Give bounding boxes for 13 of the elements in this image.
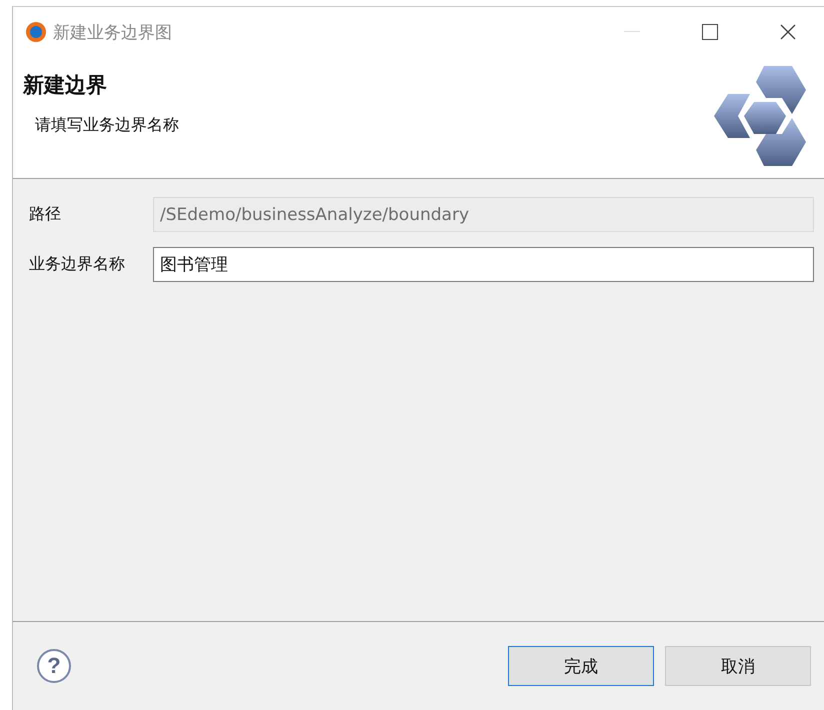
cancel-button[interactable]: 取消: [665, 646, 811, 686]
field-label: 业务边界名称: [29, 254, 126, 275]
field-label: 路径: [29, 204, 62, 225]
minimize-icon: [624, 31, 640, 33]
close-icon: [780, 24, 796, 40]
page-description: 请填写业务边界名称: [35, 115, 180, 136]
app-icon: [25, 21, 47, 43]
window-title: 新建业务边界图: [53, 22, 173, 44]
maximize-icon: [702, 24, 718, 40]
name-field[interactable]: 图书管理: [153, 247, 814, 282]
page-title: 新建边界: [23, 72, 108, 99]
finish-button[interactable]: 完成: [508, 646, 654, 686]
help-button[interactable]: ?: [37, 649, 71, 683]
